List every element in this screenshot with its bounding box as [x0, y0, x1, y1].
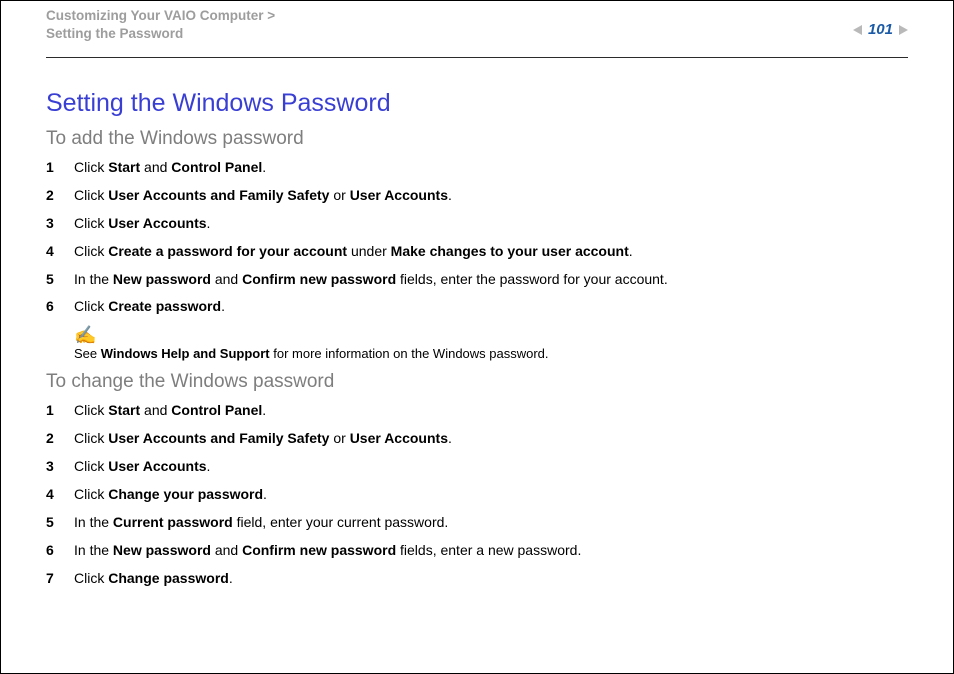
- step-number: 2: [46, 429, 74, 448]
- step-item: 7Click Change password.: [46, 569, 908, 588]
- step-item: 2Click User Accounts and Family Safety o…: [46, 186, 908, 205]
- step-text: Click Change password.: [74, 569, 233, 588]
- step-item: 2Click User Accounts and Family Safety o…: [46, 429, 908, 448]
- step-number: 4: [46, 242, 74, 261]
- step-item: 4Click Change your password.: [46, 485, 908, 504]
- step-text: In the New password and Confirm new pass…: [74, 270, 668, 289]
- step-item: 6In the New password and Confirm new pas…: [46, 541, 908, 560]
- step-text: In the Current password field, enter you…: [74, 513, 448, 532]
- step-text: Click Start and Control Panel.: [74, 401, 266, 420]
- step-number: 7: [46, 569, 74, 588]
- step-number: 1: [46, 158, 74, 177]
- step-item: 1Click Start and Control Panel.: [46, 401, 908, 420]
- document-page: Customizing Your VAIO Computer > Setting…: [0, 0, 954, 674]
- step-text: Click Create password.: [74, 297, 225, 316]
- step-text: Click User Accounts and Family Safety or…: [74, 429, 452, 448]
- page-number: 101: [866, 21, 895, 38]
- step-item: 5In the New password and Confirm new pas…: [46, 270, 908, 289]
- step-text: Click Change your password.: [74, 485, 267, 504]
- step-number: 5: [46, 270, 74, 289]
- step-number: 3: [46, 457, 74, 476]
- page-number-nav: 101: [853, 21, 908, 38]
- step-text: Click User Accounts.: [74, 457, 210, 476]
- breadcrumb: Customizing Your VAIO Computer > Setting…: [46, 7, 908, 43]
- step-number: 2: [46, 186, 74, 205]
- section-heading-change: To change the Windows password: [46, 371, 908, 393]
- breadcrumb-line1: Customizing Your VAIO Computer >: [46, 8, 275, 23]
- note-icon: ✍: [74, 326, 908, 344]
- prev-page-icon[interactable]: [853, 25, 862, 35]
- step-number: 6: [46, 541, 74, 560]
- page-title: Setting the Windows Password: [46, 89, 908, 118]
- step-number: 6: [46, 297, 74, 316]
- steps-list-add: 1Click Start and Control Panel.2Click Us…: [46, 158, 908, 316]
- note-block: ✍ See Windows Help and Support for more …: [74, 326, 908, 361]
- page-header: Customizing Your VAIO Computer > Setting…: [1, 1, 953, 65]
- section-heading-add: To add the Windows password: [46, 128, 908, 150]
- step-item: 4Click Create a password for your accoun…: [46, 242, 908, 261]
- step-text: Click User Accounts.: [74, 214, 210, 233]
- step-text: In the New password and Confirm new pass…: [74, 541, 581, 560]
- step-item: 1Click Start and Control Panel.: [46, 158, 908, 177]
- step-number: 3: [46, 214, 74, 233]
- step-item: 5In the Current password field, enter yo…: [46, 513, 908, 532]
- next-page-icon[interactable]: [899, 25, 908, 35]
- note-pre: See: [74, 346, 101, 361]
- note-bold: Windows Help and Support: [101, 346, 270, 361]
- note-post: for more information on the Windows pass…: [270, 346, 549, 361]
- step-text: Click Create a password for your account…: [74, 242, 633, 261]
- step-number: 1: [46, 401, 74, 420]
- step-item: 3Click User Accounts.: [46, 214, 908, 233]
- steps-list-change: 1Click Start and Control Panel.2Click Us…: [46, 401, 908, 587]
- step-item: 3Click User Accounts.: [46, 457, 908, 476]
- step-item: 6Click Create password.: [46, 297, 908, 316]
- step-text: Click User Accounts and Family Safety or…: [74, 186, 452, 205]
- step-text: Click Start and Control Panel.: [74, 158, 266, 177]
- breadcrumb-line2: Setting the Password: [46, 26, 183, 41]
- step-number: 4: [46, 485, 74, 504]
- page-content: Setting the Windows Password To add the …: [1, 65, 953, 588]
- header-rule: [46, 57, 908, 58]
- step-number: 5: [46, 513, 74, 532]
